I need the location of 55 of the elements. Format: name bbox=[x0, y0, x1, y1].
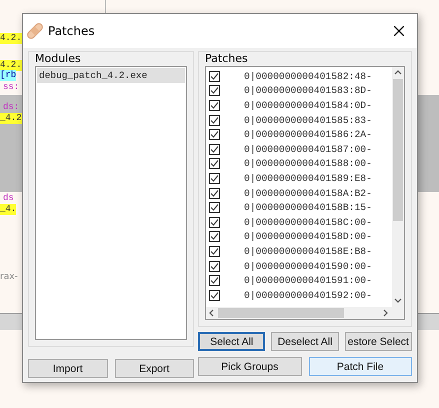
patch-entry: 0|0000000000401587:00- bbox=[244, 144, 372, 155]
patch-entry: 0|0000000000401591:00- bbox=[244, 275, 372, 286]
code-fragment: [rb bbox=[0, 70, 16, 81]
code-fragment: _4. bbox=[0, 204, 16, 215]
checkbox[interactable] bbox=[209, 70, 220, 82]
patch-entry: 0|0000000000401586:2A- bbox=[244, 129, 372, 140]
code-fragment: ds: bbox=[3, 102, 20, 113]
code-fragment: 4.2. bbox=[0, 33, 22, 44]
window-title: Patches bbox=[48, 24, 96, 38]
dialog-button[interactable]: Import bbox=[28, 359, 108, 378]
patch-entry: 0|0000000000401585:83- bbox=[244, 114, 372, 126]
horizontal-scrollbar[interactable] bbox=[206, 307, 392, 319]
patch-entry: 0|000000000040158D:00- bbox=[244, 231, 372, 242]
group-label: Patches bbox=[205, 52, 249, 66]
checkbox[interactable] bbox=[209, 275, 220, 286]
checkbox[interactable] bbox=[209, 290, 220, 301]
checkbox[interactable] bbox=[209, 246, 220, 257]
dialog-button[interactable]: Select All bbox=[198, 332, 266, 351]
group-label: Modules bbox=[35, 52, 82, 66]
patch-entry: 0|0000000000401592:00- bbox=[244, 290, 372, 301]
checkbox[interactable] bbox=[209, 202, 220, 214]
checkbox[interactable] bbox=[209, 158, 220, 170]
patch-entry: 0|000000000040158B:15- bbox=[244, 202, 372, 214]
checkbox[interactable] bbox=[209, 129, 220, 140]
checkbox[interactable] bbox=[209, 114, 220, 126]
code-fragment: ds bbox=[3, 193, 14, 204]
dialog-button[interactable]: Export bbox=[114, 359, 194, 378]
patch-entry: 0|000000000040158E:B8- bbox=[244, 246, 372, 257]
patch-entry: 0|000000000040158A:B2- bbox=[244, 188, 372, 199]
dialog-button[interactable]: Patch File bbox=[308, 357, 412, 376]
code-fragment: 4.2. bbox=[0, 60, 22, 71]
patch-entry: 0|0000000000401588:00- bbox=[244, 158, 372, 170]
dialog-button[interactable]: Pick Groups bbox=[198, 357, 302, 376]
code-fragment: _4.2 bbox=[0, 113, 22, 124]
checkbox[interactable] bbox=[209, 172, 220, 184]
checkbox[interactable] bbox=[209, 260, 220, 272]
patch-entry: 0|0000000000401582:48- bbox=[244, 70, 372, 82]
patch-entry: 0|000000000040158C:00- bbox=[244, 216, 372, 228]
close-icon bbox=[394, 26, 404, 36]
checkbox[interactable] bbox=[209, 144, 220, 155]
code-fragment: ss: bbox=[3, 82, 20, 93]
dialog-button[interactable]: Deselect All bbox=[271, 332, 339, 351]
patch-entry: 0|0000000000401583:8D- bbox=[244, 85, 372, 96]
code-fragment: rax- bbox=[0, 272, 18, 283]
patch-entry: 0|0000000000401589:E8- bbox=[244, 172, 372, 184]
dialog-button[interactable]: estore Select bbox=[344, 332, 412, 351]
checkbox[interactable] bbox=[209, 100, 220, 111]
patch-entry: 0|0000000000401584:0D- bbox=[244, 100, 372, 111]
checkbox[interactable] bbox=[209, 231, 220, 242]
patch-entry: 0|0000000000401590:00- bbox=[244, 260, 372, 272]
checkbox[interactable] bbox=[209, 85, 220, 96]
module-item[interactable]: debug_patch_4.2.exe bbox=[37, 68, 185, 83]
checkbox[interactable] bbox=[209, 188, 220, 199]
vertical-scrollbar[interactable] bbox=[392, 67, 404, 307]
checkbox[interactable] bbox=[209, 216, 220, 228]
